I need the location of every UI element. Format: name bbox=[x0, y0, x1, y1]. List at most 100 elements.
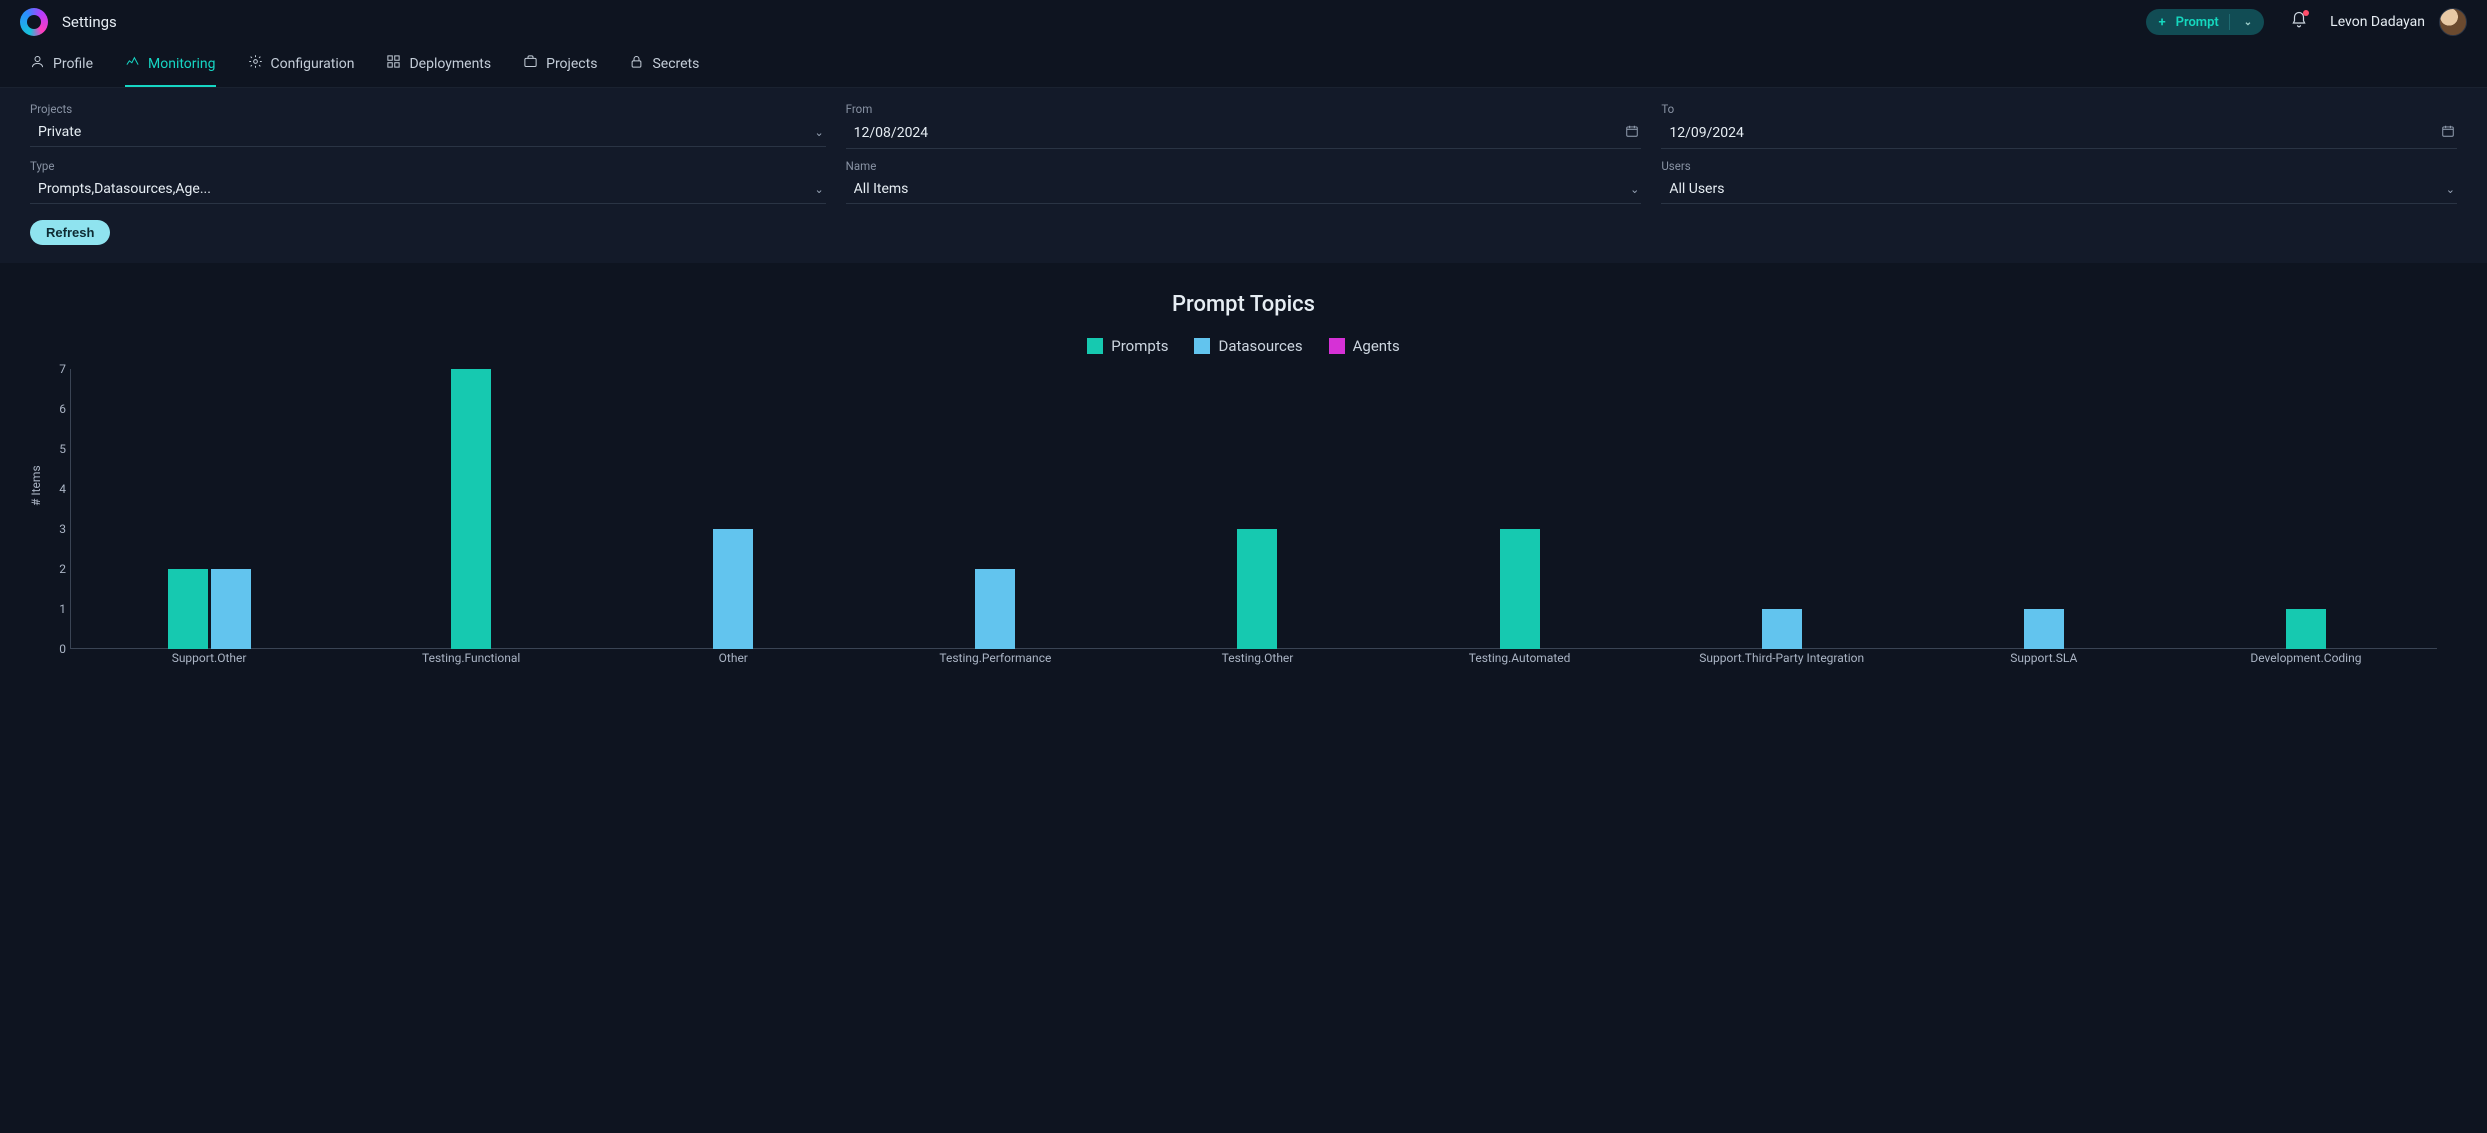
briefcase-icon bbox=[523, 54, 538, 73]
legend-swatch-icon bbox=[1329, 338, 1345, 354]
legend-label: Prompts bbox=[1111, 337, 1168, 355]
lock-icon bbox=[629, 54, 644, 73]
chevron-down-icon: ⌄ bbox=[814, 126, 823, 139]
legend-item-datasources[interactable]: Datasources bbox=[1194, 337, 1302, 355]
name-select[interactable]: All Items ⌄ bbox=[846, 177, 1642, 204]
new-prompt-button[interactable]: + Prompt ⌄ bbox=[2146, 9, 2264, 35]
users-field: Users All Users ⌄ bbox=[1661, 159, 2457, 204]
from-date-input[interactable]: 12/08/2024 bbox=[846, 120, 1642, 149]
projects-value: Private bbox=[38, 124, 81, 140]
bar-group bbox=[78, 369, 340, 649]
ytick: 0 bbox=[59, 642, 66, 656]
ytick: 7 bbox=[59, 362, 66, 376]
calendar-icon bbox=[2441, 124, 2455, 142]
bar[interactable] bbox=[2024, 609, 2064, 649]
chart-yaxis: 01234567 bbox=[50, 369, 70, 649]
projects-field: Projects Private ⌄ bbox=[30, 102, 826, 149]
tab-secrets[interactable]: Secrets bbox=[629, 44, 699, 87]
bar[interactable] bbox=[1762, 609, 1802, 649]
top-bar: Settings + Prompt ⌄ Levon Dadayan bbox=[0, 0, 2487, 44]
legend-item-agents[interactable]: Agents bbox=[1329, 337, 1400, 355]
bar[interactable] bbox=[975, 569, 1015, 649]
bar-group bbox=[1126, 369, 1388, 649]
bar[interactable] bbox=[1237, 529, 1277, 649]
to-label: To bbox=[1661, 102, 2457, 116]
chart-title: Prompt Topics bbox=[30, 292, 2457, 317]
button-divider bbox=[2229, 14, 2230, 30]
type-select[interactable]: Prompts,Datasources,Age... ⌄ bbox=[30, 177, 826, 204]
xlabel: Testing.Functional bbox=[340, 651, 602, 669]
bar[interactable] bbox=[2286, 609, 2326, 649]
chart-yaxis-line bbox=[70, 369, 71, 649]
chevron-down-icon[interactable]: ⌄ bbox=[2240, 17, 2256, 28]
chart-plot: # Items 01234567 Support.OtherTesting.Fu… bbox=[70, 369, 2437, 669]
page-title: Settings bbox=[62, 13, 117, 31]
monitoring-icon bbox=[125, 54, 140, 73]
refresh-button[interactable]: Refresh bbox=[30, 220, 110, 245]
plus-icon: + bbox=[2158, 15, 2165, 30]
bar[interactable] bbox=[451, 369, 491, 649]
gear-icon bbox=[248, 54, 263, 73]
tab-configuration[interactable]: Configuration bbox=[248, 44, 355, 87]
ytick: 2 bbox=[59, 562, 66, 576]
notifications-button[interactable] bbox=[2290, 11, 2308, 33]
tab-monitoring[interactable]: Monitoring bbox=[125, 44, 216, 87]
tab-label: Profile bbox=[53, 56, 93, 72]
ytick: 1 bbox=[59, 602, 66, 616]
chart-bars bbox=[78, 369, 2437, 649]
to-field: To 12/09/2024 bbox=[1661, 102, 2457, 149]
xlabel: Support.Third-Party Integration bbox=[1651, 651, 1913, 669]
chart-section: Prompt Topics Prompts Datasources Agents #… bbox=[0, 264, 2487, 689]
legend-label: Agents bbox=[1353, 337, 1400, 355]
name-label: Name bbox=[846, 159, 1642, 173]
settings-tabs: Profile Monitoring Configuration Deployment… bbox=[0, 44, 2487, 88]
xlabel: Testing.Automated bbox=[1389, 651, 1651, 669]
notification-dot-icon bbox=[2303, 10, 2309, 16]
xlabel: Support.SLA bbox=[1913, 651, 2175, 669]
legend-swatch-icon bbox=[1194, 338, 1210, 354]
type-label: Type bbox=[30, 159, 826, 173]
tab-label: Deployments bbox=[409, 56, 491, 72]
users-label: Users bbox=[1661, 159, 2457, 173]
new-prompt-label: Prompt bbox=[2176, 15, 2219, 30]
chevron-down-icon: ⌄ bbox=[1630, 183, 1639, 196]
ytick: 6 bbox=[59, 402, 66, 416]
ytick: 3 bbox=[59, 522, 66, 536]
name-field: Name All Items ⌄ bbox=[846, 159, 1642, 204]
type-value: Prompts,Datasources,Age... bbox=[38, 181, 211, 197]
bar[interactable] bbox=[1500, 529, 1540, 649]
tab-label: Secrets bbox=[652, 56, 699, 72]
bar-group bbox=[1651, 369, 1913, 649]
avatar[interactable] bbox=[2439, 8, 2467, 36]
to-value: 12/09/2024 bbox=[1669, 125, 1744, 141]
projects-label: Projects bbox=[30, 102, 826, 116]
bar[interactable] bbox=[713, 529, 753, 649]
bar-group bbox=[1389, 369, 1651, 649]
name-value: All Items bbox=[854, 181, 909, 197]
users-select[interactable]: All Users ⌄ bbox=[1661, 177, 2457, 204]
ytick: 5 bbox=[59, 442, 66, 456]
chart-legend: Prompts Datasources Agents bbox=[30, 337, 2457, 355]
legend-item-prompts[interactable]: Prompts bbox=[1087, 337, 1168, 355]
tab-deployments[interactable]: Deployments bbox=[386, 44, 491, 87]
from-field: From 12/08/2024 bbox=[846, 102, 1642, 149]
tab-label: Projects bbox=[546, 56, 597, 72]
user-name[interactable]: Levon Dadayan bbox=[2330, 14, 2425, 30]
to-date-input[interactable]: 12/09/2024 bbox=[1661, 120, 2457, 149]
tab-profile[interactable]: Profile bbox=[30, 44, 93, 87]
xlabel: Other bbox=[602, 651, 864, 669]
app-logo-icon bbox=[20, 8, 48, 36]
bar[interactable] bbox=[211, 569, 251, 649]
xlabel: Testing.Performance bbox=[864, 651, 1126, 669]
tab-projects[interactable]: Projects bbox=[523, 44, 597, 87]
bar[interactable] bbox=[168, 569, 208, 649]
xlabel: Testing.Other bbox=[1126, 651, 1388, 669]
bar-group bbox=[1913, 369, 2175, 649]
tab-label: Configuration bbox=[271, 56, 355, 72]
from-label: From bbox=[846, 102, 1642, 116]
bar-group bbox=[2175, 369, 2437, 649]
projects-select[interactable]: Private ⌄ bbox=[30, 120, 826, 147]
person-icon bbox=[30, 54, 45, 73]
chart-ylabel: # Items bbox=[29, 465, 43, 506]
chart-xlabels: Support.OtherTesting.FunctionalOtherTest… bbox=[78, 651, 2437, 669]
